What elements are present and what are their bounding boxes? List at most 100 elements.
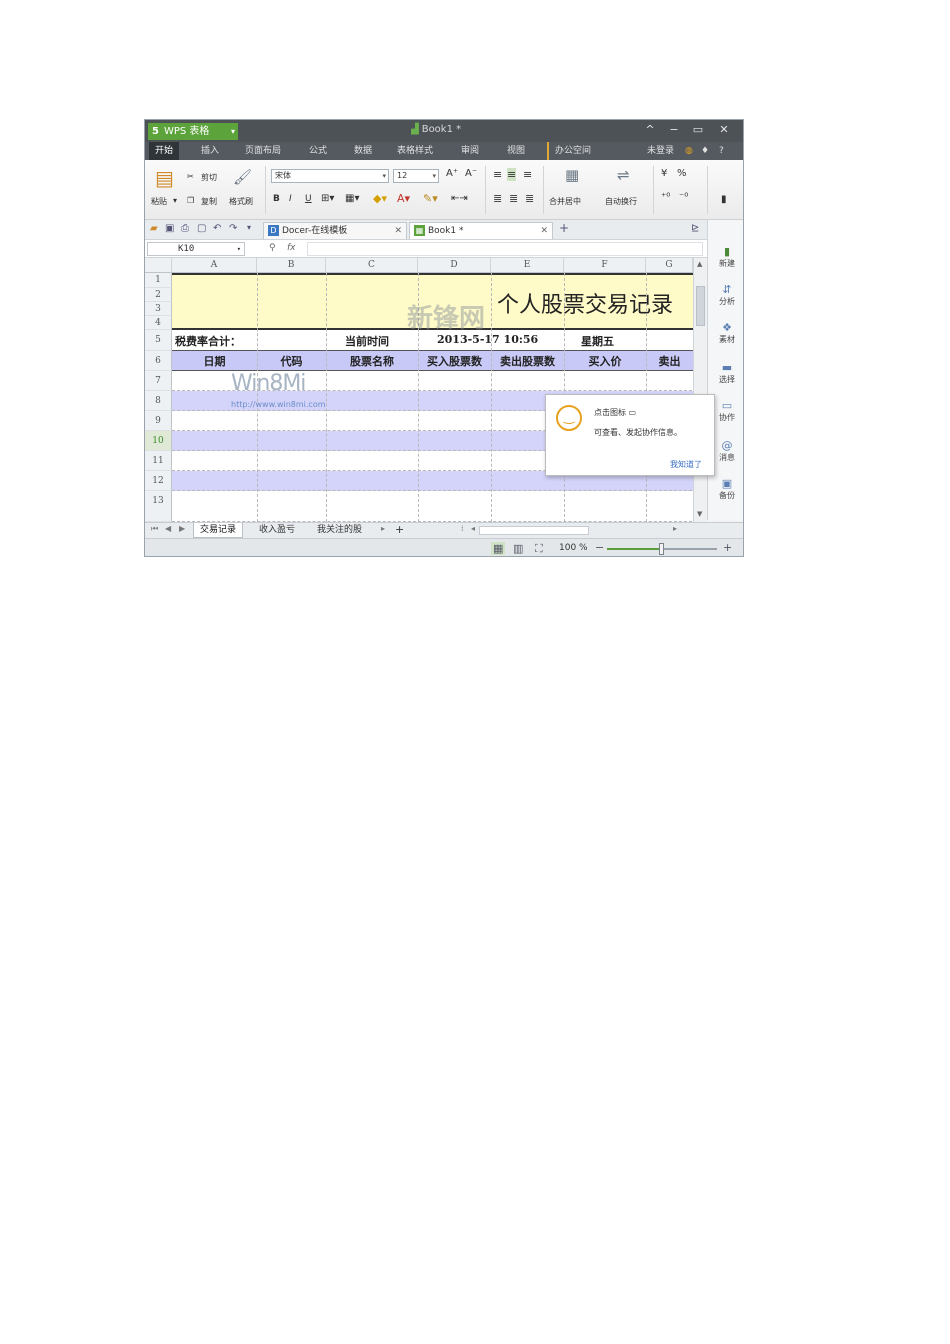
decrease-decimal-icon[interactable]: ⁻⁰ — [679, 192, 688, 203]
row-header-10[interactable]: 10 — [145, 431, 172, 451]
sidebar-item-select[interactable]: ▬ 选择 — [708, 362, 743, 385]
menu-data[interactable]: 数据 — [348, 142, 378, 160]
format-painter-icon[interactable]: 🖌︎ — [233, 168, 252, 186]
scroll-right-icon[interactable]: ▸ — [673, 524, 677, 533]
fill-color-icon[interactable]: ◆▾ — [373, 192, 387, 205]
wrap-text-icon[interactable]: ⇌ — [617, 166, 630, 184]
restore-button[interactable]: ▭ — [691, 123, 705, 136]
tab-list-icon[interactable]: ⊵ — [691, 223, 699, 234]
page-break-view-icon[interactable]: ▥ — [513, 542, 523, 555]
scroll-down-icon[interactable]: ▼ — [697, 510, 702, 518]
column-header-g[interactable]: G — [646, 258, 693, 273]
zoom-slider-knob[interactable] — [659, 543, 664, 555]
format-painter-button[interactable]: 格式刷 — [229, 196, 253, 207]
insert-function-button[interactable]: fx — [287, 243, 296, 253]
row-header-13[interactable]: 13 — [145, 491, 172, 522]
sheet-tab-watchlist[interactable]: 我关注的股 — [311, 523, 368, 538]
wps-app-menu-button[interactable]: 5 WPS 表格 ▾ — [148, 123, 238, 140]
zoom-search-icon[interactable]: ⚲ — [269, 243, 276, 253]
grow-font-button[interactable]: A⁺ — [446, 168, 458, 179]
spreadsheet-grid[interactable]: A B C D E F G 个人股票交易记录 税费率合计： 当前时间 2013-… — [145, 258, 707, 522]
more-tools-icon[interactable]: ▮ — [721, 194, 727, 205]
sidebar-item-analysis[interactable]: ⇵ 分析 — [708, 284, 743, 307]
tab-splitter-icon[interactable]: ⁞ — [461, 524, 464, 533]
sheet-tab-pnl[interactable]: 收入盈亏 — [253, 523, 301, 538]
menu-review[interactable]: 审阅 — [455, 142, 485, 160]
menu-view[interactable]: 视图 — [501, 142, 531, 160]
border-icon[interactable]: ⊞▾ — [321, 193, 334, 204]
menu-formulas[interactable]: 公式 — [303, 142, 333, 160]
add-sheet-button[interactable]: + — [389, 523, 410, 538]
scroll-left-icon[interactable]: ◂ — [471, 524, 475, 533]
column-header-d[interactable]: D — [418, 258, 491, 273]
scroll-up-icon[interactable]: ▲ — [697, 260, 702, 268]
redo-icon[interactable]: ↷ — [229, 223, 237, 234]
sidebar-item-materials[interactable]: ❖ 素材 — [708, 322, 743, 345]
ribbon-collapse-button[interactable]: ^ — [643, 123, 657, 136]
row-header-12[interactable]: 12 — [145, 471, 172, 491]
row-header-4[interactable]: 4 — [145, 316, 172, 330]
column-header-b[interactable]: B — [257, 258, 326, 273]
print-preview-icon[interactable]: ▢ — [197, 223, 206, 234]
prev-sheet-icon[interactable]: ◀ — [165, 524, 171, 533]
undo-icon[interactable]: ↶ — [213, 223, 221, 234]
cut-button[interactable]: 剪切 — [201, 172, 217, 183]
zoom-in-button[interactable]: + — [723, 541, 732, 554]
align-middle-icon[interactable]: ≡ — [507, 168, 517, 181]
shrink-font-button[interactable]: A⁻ — [465, 168, 477, 179]
eraser-icon[interactable]: ✎▾ — [423, 192, 438, 205]
underline-button[interactable]: U — [305, 194, 312, 204]
zoom-slider[interactable] — [607, 543, 717, 555]
merge-center-button[interactable]: 合并居中 — [549, 196, 581, 207]
help-button[interactable]: ? — [719, 142, 724, 160]
name-box[interactable]: K10 ▾ — [147, 242, 245, 256]
bold-button[interactable]: B — [273, 194, 280, 204]
menu-office-space[interactable]: 办公空间 — [547, 142, 597, 160]
new-tab-button[interactable]: + — [559, 221, 569, 235]
align-bottom-icon[interactable]: ≡ — [523, 168, 532, 181]
vertical-scrollbar[interactable]: ▲ ▼ — [693, 258, 707, 522]
sheet-scroll-icon[interactable]: ▸ — [381, 524, 385, 533]
close-tab-icon[interactable]: ✕ — [394, 223, 402, 239]
row-header-5[interactable]: 5 — [145, 330, 172, 351]
row-header-8[interactable]: 8 — [145, 391, 172, 411]
align-left-icon[interactable]: ≣ — [493, 192, 502, 205]
login-link[interactable]: 未登录 — [647, 142, 674, 160]
normal-view-icon[interactable]: ▦ — [491, 542, 506, 555]
copy-button[interactable]: 复制 — [201, 196, 217, 207]
align-center-icon[interactable]: ≣ — [509, 192, 518, 205]
row-header-2[interactable]: 2 — [145, 288, 172, 302]
merge-cells-icon[interactable]: ▦ — [565, 166, 579, 184]
sheet-tab-trades[interactable]: 交易记录 — [193, 523, 244, 538]
save-icon[interactable]: ▣ — [165, 223, 174, 234]
row-header-11[interactable]: 11 — [145, 451, 172, 471]
tab-docer-templates[interactable]: D Docer-在线模板 ✕ — [263, 222, 407, 239]
paste-icon[interactable]: ▤ — [155, 166, 174, 190]
print-icon[interactable]: ⎙ — [181, 223, 189, 234]
italic-button[interactable]: I — [289, 194, 292, 204]
column-header-a[interactable]: A — [172, 258, 257, 273]
font-name-select[interactable]: 宋体 ▾ — [271, 169, 389, 183]
next-sheet-icon[interactable]: ▶ — [179, 524, 185, 533]
minimize-button[interactable]: − — [667, 123, 681, 136]
menu-page-layout[interactable]: 页面布局 — [239, 142, 287, 160]
qat-dropdown-icon[interactable]: ▾ — [247, 223, 251, 232]
row-header-1[interactable]: 1 — [145, 273, 172, 288]
close-tab-icon[interactable]: ✕ — [540, 223, 548, 239]
skin-icon[interactable]: ◍ — [685, 142, 693, 160]
open-folder-icon[interactable]: ▰ — [150, 223, 158, 234]
menu-home[interactable]: 开始 — [149, 142, 180, 160]
first-sheet-icon[interactable]: ⏮ — [151, 524, 158, 534]
menu-insert[interactable]: 插入 — [195, 142, 225, 160]
zoom-out-button[interactable]: − — [595, 541, 604, 554]
column-header-c[interactable]: C — [326, 258, 418, 273]
column-header-f[interactable]: F — [564, 258, 646, 273]
full-screen-icon[interactable]: ⛶ — [535, 542, 543, 556]
tab-book1[interactable]: ▦ Book1 * ✕ — [409, 222, 553, 239]
formula-input[interactable] — [307, 242, 703, 256]
row-header-6[interactable]: 6 — [145, 351, 172, 371]
select-all-corner[interactable] — [145, 258, 172, 273]
paste-dropdown-icon[interactable]: ▾ — [173, 196, 177, 205]
increase-decimal-icon[interactable]: ⁺⁰ — [661, 192, 670, 203]
sidebar-item-new[interactable]: ▮ 新建 — [708, 246, 743, 269]
